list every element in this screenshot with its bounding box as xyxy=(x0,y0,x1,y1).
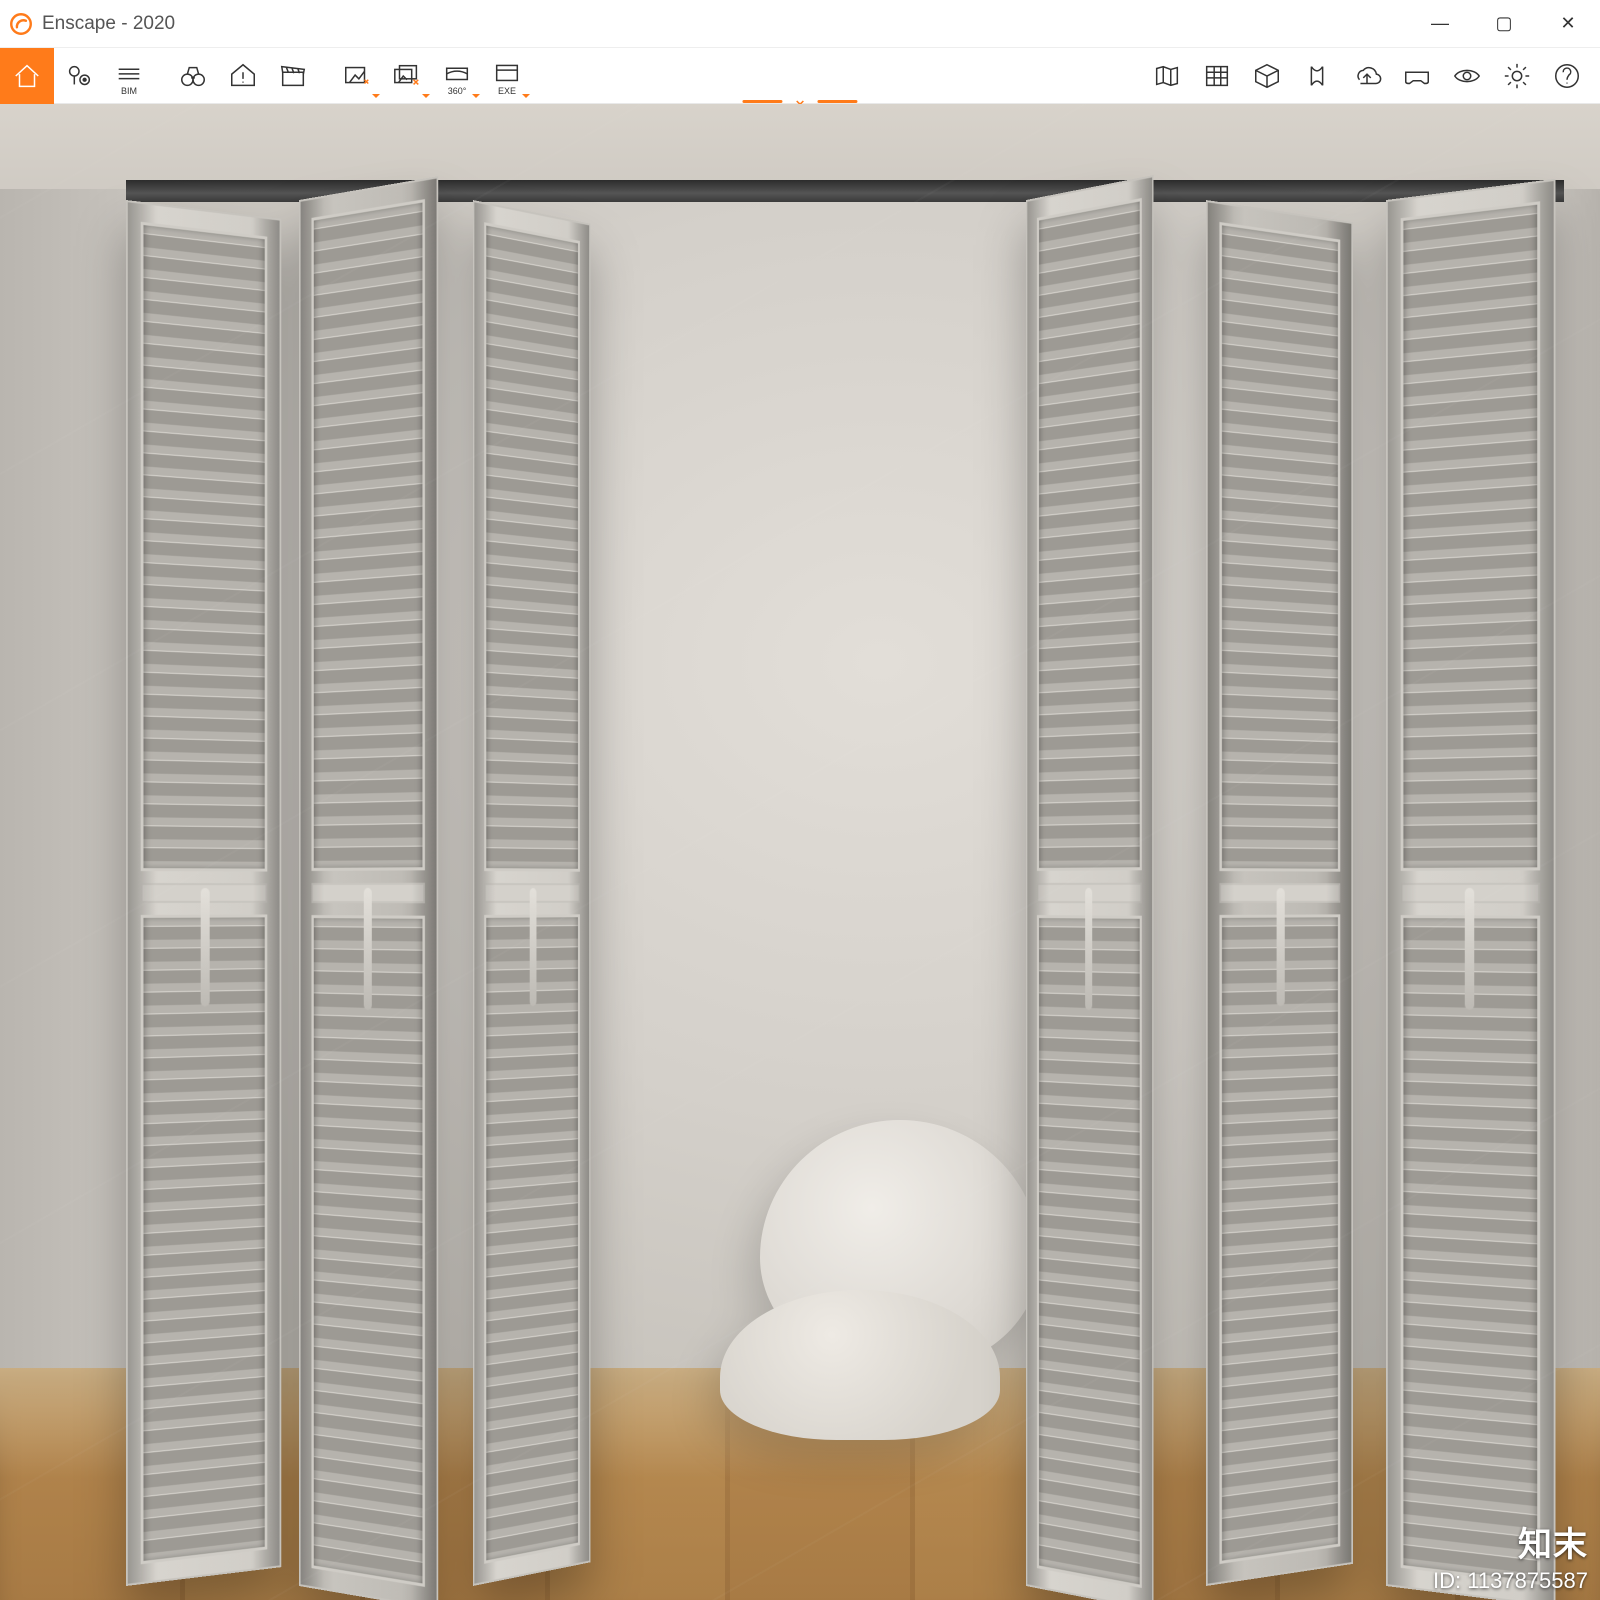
tilt-rod xyxy=(1465,888,1474,1010)
batch-render-icon xyxy=(390,59,424,93)
general-settings-button[interactable] xyxy=(1492,48,1542,104)
bim-mode-button[interactable]: BIM xyxy=(104,48,154,104)
bim-label: BIM xyxy=(121,86,137,96)
manage-uploads-button[interactable] xyxy=(1342,48,1392,104)
louver-section xyxy=(312,199,426,871)
help-icon xyxy=(1550,59,1584,93)
screenshot-icon xyxy=(340,59,374,93)
material-editor-button[interactable] xyxy=(1242,48,1292,104)
louver-section xyxy=(1037,915,1142,1588)
binoculars-icon xyxy=(176,59,210,93)
close-icon: ✕ xyxy=(1560,13,1575,34)
maximize-icon: ▢ xyxy=(1495,13,1512,34)
title-bar: Enscape - 2020 — ▢ ✕ xyxy=(0,0,1600,48)
minimize-button[interactable]: — xyxy=(1408,0,1472,48)
door-panel xyxy=(473,200,591,1586)
louver-section xyxy=(141,914,268,1564)
tilt-rod xyxy=(1085,888,1092,1010)
door-panel xyxy=(1026,175,1154,1600)
dropdown-indicator-icon xyxy=(372,94,380,98)
export-exe-icon xyxy=(490,55,524,89)
pin-eye-icon xyxy=(62,59,96,93)
dropdown-indicator-icon xyxy=(422,94,430,98)
main-toolbar: BIM xyxy=(0,48,1600,104)
render-viewport[interactable]: 知末 ID: 1137875587 xyxy=(0,104,1600,1600)
collaborate-icon xyxy=(1300,59,1334,93)
safe-frame-button[interactable] xyxy=(218,48,268,104)
tilt-rod xyxy=(364,888,372,1010)
minimize-icon: — xyxy=(1431,13,1449,34)
louver-section xyxy=(1037,198,1142,871)
door-panel xyxy=(1206,200,1353,1586)
help-button[interactable] xyxy=(1542,48,1592,104)
frame-warning-icon xyxy=(226,59,260,93)
enscape-logo-icon xyxy=(8,11,34,37)
screenshot-button[interactable] xyxy=(332,48,382,104)
louver-section xyxy=(1401,201,1540,871)
asset-library-button[interactable] xyxy=(1192,48,1242,104)
maximize-button[interactable]: ▢ xyxy=(1472,0,1536,48)
collaborate-button[interactable] xyxy=(1292,48,1342,104)
dropdown-indicator-icon xyxy=(522,94,530,98)
louver-section xyxy=(141,222,268,872)
clapperboard-icon xyxy=(276,59,310,93)
upload-cloud-icon xyxy=(1350,59,1384,93)
louver-section xyxy=(1219,914,1340,1564)
toolbar-left-group: BIM xyxy=(0,48,540,103)
export-exe-button[interactable]: EXE xyxy=(482,48,532,104)
panorama-button[interactable]: 360° xyxy=(432,48,482,104)
map-icon xyxy=(1150,59,1184,93)
louver-section xyxy=(484,914,580,1563)
eye-icon xyxy=(1450,59,1484,93)
louver-section xyxy=(484,222,580,871)
bim-icon xyxy=(112,55,146,89)
louver-section xyxy=(1401,915,1540,1585)
site-context-button[interactable] xyxy=(1142,48,1192,104)
vr-headset-icon xyxy=(1400,59,1434,93)
folding-door-right xyxy=(1026,200,1566,1586)
tilt-rod xyxy=(529,888,536,1006)
binoculars-button[interactable] xyxy=(168,48,218,104)
manage-views-button[interactable] xyxy=(54,48,104,104)
exe-label: EXE xyxy=(498,86,516,96)
door-panel xyxy=(126,200,282,1586)
library-grid-icon xyxy=(1200,59,1234,93)
folding-door-left xyxy=(126,200,646,1586)
louver-section xyxy=(1219,222,1340,872)
dropdown-indicator-icon xyxy=(472,94,480,98)
video-button[interactable] xyxy=(268,48,318,104)
window-title: Enscape - 2020 xyxy=(42,13,175,35)
tilt-rod xyxy=(200,888,209,1006)
vr-button[interactable] xyxy=(1392,48,1442,104)
panorama-360-icon xyxy=(440,55,474,89)
panorama-label: 360° xyxy=(448,86,467,96)
door-panel xyxy=(299,176,438,1600)
home-button[interactable] xyxy=(0,48,54,104)
home-icon xyxy=(10,59,44,93)
tilt-rod xyxy=(1277,888,1285,1006)
cube-icon xyxy=(1250,59,1284,93)
toolbar-right-group xyxy=(1134,48,1600,103)
window-controls: — ▢ ✕ xyxy=(1408,0,1600,48)
gear-icon xyxy=(1500,59,1534,93)
louver-section xyxy=(312,915,426,1587)
visual-settings-button[interactable] xyxy=(1442,48,1492,104)
batch-render-button[interactable] xyxy=(382,48,432,104)
close-button[interactable]: ✕ xyxy=(1536,0,1600,48)
door-panel xyxy=(1386,179,1556,1600)
